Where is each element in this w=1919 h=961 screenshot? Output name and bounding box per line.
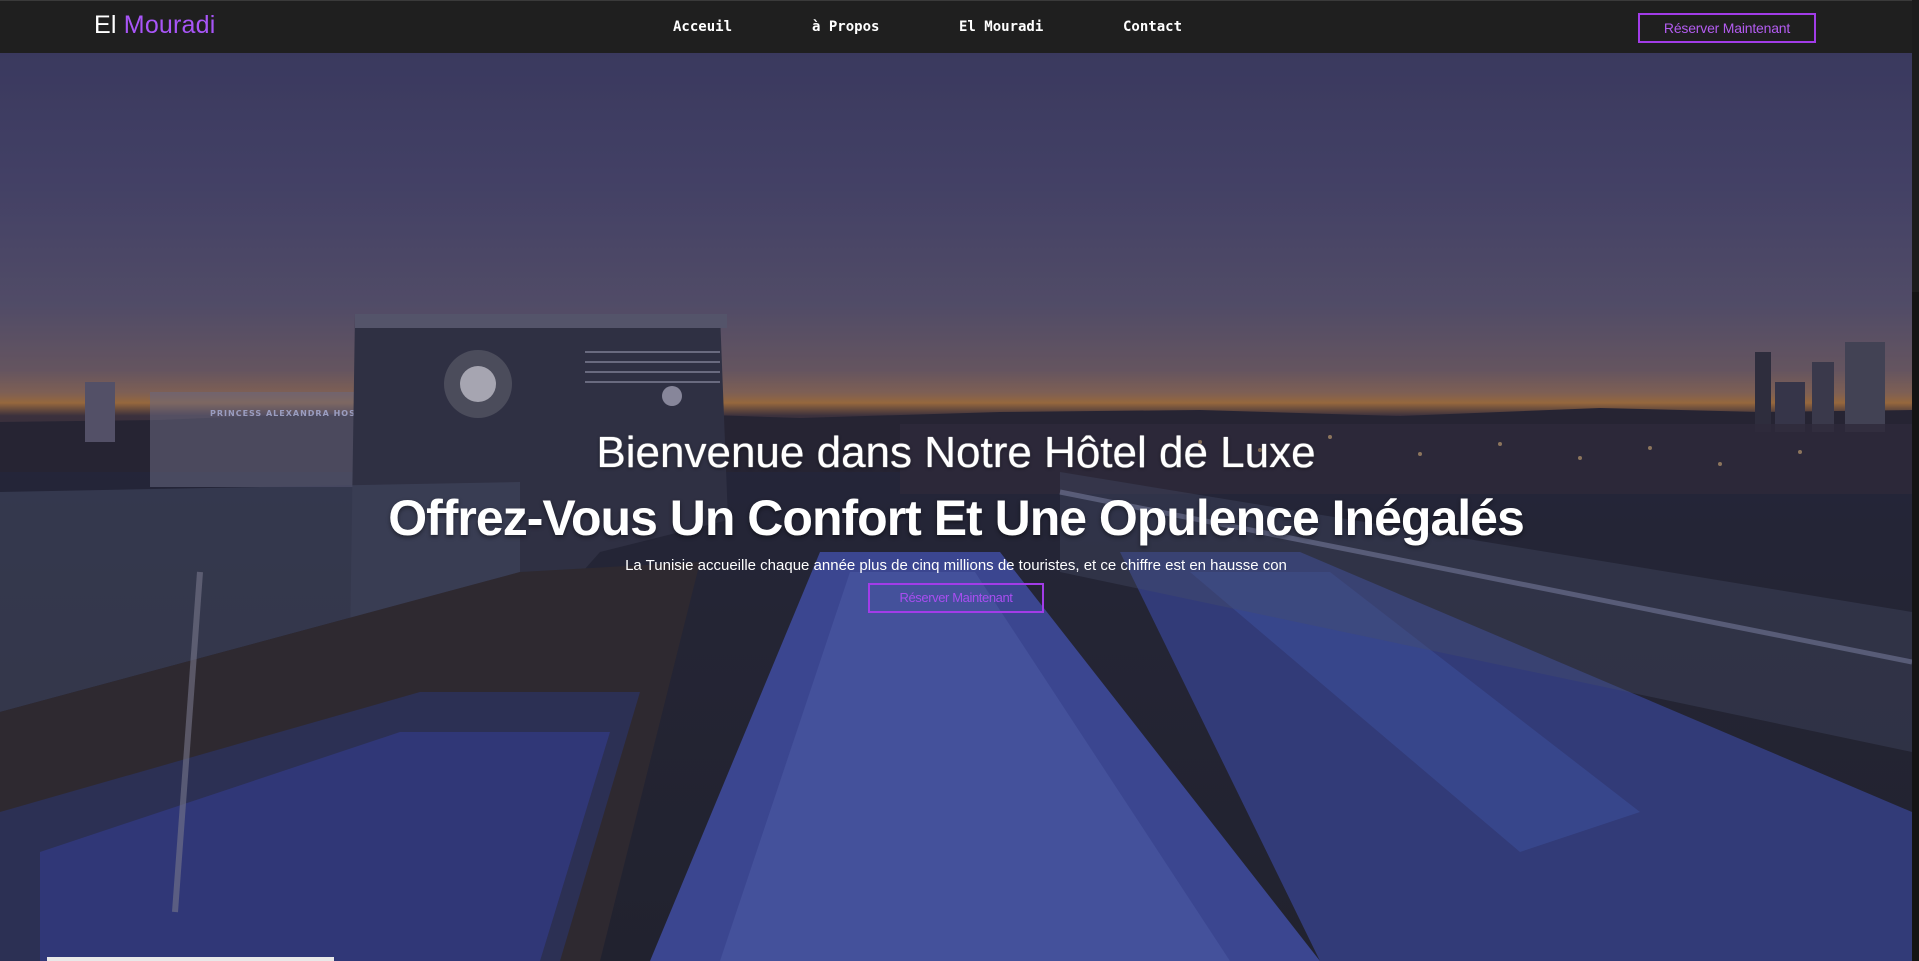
horizontal-scrollbar-thumb[interactable] <box>47 957 334 961</box>
hero-headline: Offrez-Vous Un Confort Et Une Opulence I… <box>388 490 1525 546</box>
nav-link-contact[interactable]: Contact <box>1123 19 1182 35</box>
hero-section: PRINCESS ALEXANDRA HOSPITAL Bienvenue da… <box>0 52 1912 961</box>
reserve-now-nav-button[interactable]: Réserver Maintenant <box>1638 13 1816 43</box>
nav-link-a-propos[interactable]: à Propos <box>812 19 879 35</box>
browser-viewport: El Mouradi Acceuil à Propos El Mouradi C… <box>0 0 1919 961</box>
nav-link-el-mouradi[interactable]: El Mouradi <box>959 19 1043 35</box>
reserve-now-hero-button[interactable]: Réserver Maintenant <box>868 583 1044 613</box>
nav-menu: Acceuil à Propos El Mouradi Contact <box>0 19 1912 39</box>
hero-tagline: La Tunisie accueille chaque année plus d… <box>625 557 1287 574</box>
hero-welcome-title: Bienvenue dans Notre Hôtel de Luxe <box>596 428 1316 477</box>
top-navbar: El Mouradi Acceuil à Propos El Mouradi C… <box>0 0 1912 53</box>
nav-link-acceuil[interactable]: Acceuil <box>673 19 732 35</box>
hero-content: Bienvenue dans Notre Hôtel de Luxe Offre… <box>0 426 1912 613</box>
vertical-scrollbar-thumb[interactable] <box>1912 292 1919 961</box>
